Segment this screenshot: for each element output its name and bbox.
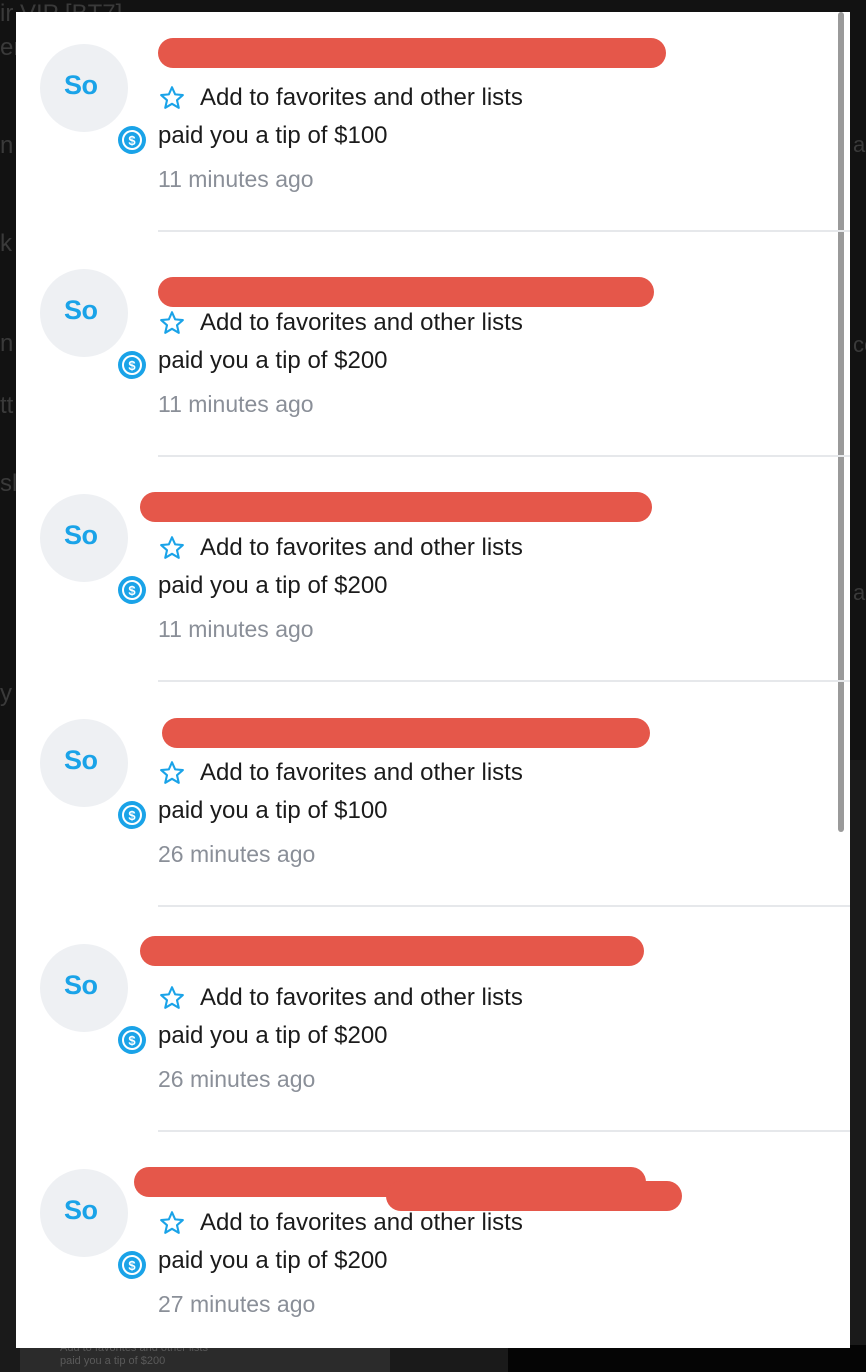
notification-timestamp: 11 minutes ago (158, 166, 314, 192)
dollar-circle-icon: $ (112, 1245, 152, 1285)
redaction-mark (158, 38, 666, 68)
background-text: ce (853, 332, 866, 357)
dollar-circle-icon: $ (112, 570, 152, 610)
background-text: y (0, 680, 12, 707)
background-text: a (853, 132, 866, 157)
avatar[interactable]: So $ (40, 944, 152, 1060)
add-to-favorites-button[interactable]: Add to favorites and other lists (158, 757, 523, 789)
notification-description: paid you a tip of $200 (158, 347, 388, 374)
notification-timestamp: 11 minutes ago (158, 616, 314, 642)
background-text: sl (0, 470, 18, 497)
add-to-favorites-label: Add to favorites and other lists (200, 309, 523, 336)
add-to-favorites-button[interactable]: Add to favorites and other lists (158, 982, 523, 1014)
redaction-mark (162, 718, 650, 748)
dollar-circle-icon: $ (112, 1020, 152, 1060)
notification-timestamp: 27 minutes ago (158, 1291, 316, 1317)
dollar-circle-icon: $ (112, 120, 152, 160)
avatar[interactable]: So $ (40, 719, 152, 835)
notification-description: paid you a tip of $200 (158, 1022, 388, 1049)
star-outline-icon (160, 311, 184, 334)
redaction-mark (140, 936, 644, 966)
divider (158, 1130, 850, 1132)
divider (158, 455, 850, 457)
notification-timestamp: 11 minutes ago (158, 391, 314, 417)
notifications-panel: So $ Add to favorites and other lists pa… (16, 12, 850, 1348)
add-to-favorites-label: Add to favorites and other lists (200, 84, 523, 111)
background-text: k (0, 230, 12, 257)
notification-item[interactable]: So $ Add to favorites and other lists pa… (16, 1137, 850, 1348)
notification-item[interactable]: So $ Add to favorites and other lists pa… (16, 462, 850, 687)
avatar[interactable]: So $ (40, 269, 152, 385)
notification-item[interactable]: So $ Add to favorites and other lists pa… (16, 912, 850, 1137)
dollar-circle-icon: $ (112, 345, 152, 385)
background-text: tt (0, 392, 14, 419)
background-text: n (0, 132, 14, 159)
star-outline-icon (160, 86, 184, 109)
notification-description: paid you a tip of $200 (158, 572, 388, 599)
add-to-favorites-label: Add to favorites and other lists (200, 759, 523, 786)
avatar-initials: So (64, 295, 98, 325)
add-to-favorites-label: Add to favorites and other lists (200, 1209, 523, 1236)
add-to-favorites-label: Add to favorites and other lists (200, 534, 523, 561)
notification-description: paid you a tip of $200 (158, 1247, 388, 1274)
avatar[interactable]: So $ (40, 494, 152, 610)
notification-item[interactable]: So $ Add to favorites and other lists pa… (16, 237, 850, 462)
avatar-initials: So (64, 520, 98, 550)
avatar-initials: So (64, 70, 98, 100)
background-text: n (0, 330, 14, 357)
background-text: paid you a tip of $200 (60, 1355, 166, 1367)
add-to-favorites-button[interactable]: Add to favorites and other lists (158, 532, 523, 564)
divider (158, 230, 850, 232)
notification-description: paid you a tip of $100 (158, 797, 388, 824)
redaction-mark (158, 277, 654, 307)
star-outline-icon (160, 986, 184, 1009)
background-strip (508, 1345, 866, 1372)
add-to-favorites-button[interactable]: Add to favorites and other lists (158, 82, 523, 114)
divider (158, 680, 850, 682)
divider (158, 905, 850, 907)
notification-item[interactable]: So $ Add to favorites and other lists pa… (16, 12, 850, 237)
dollar-circle-icon: $ (112, 795, 152, 835)
notification-timestamp: 26 minutes ago (158, 841, 316, 867)
star-outline-icon (160, 536, 184, 559)
avatar-initials: So (64, 1195, 98, 1225)
notification-description: paid you a tip of $100 (158, 122, 388, 149)
add-to-favorites-button[interactable]: Add to favorites and other lists (158, 307, 523, 339)
notification-timestamp: 26 minutes ago (158, 1066, 316, 1092)
redaction-mark (140, 492, 652, 522)
add-to-favorites-button[interactable]: Add to favorites and other lists (158, 1207, 523, 1239)
avatar-initials: So (64, 745, 98, 775)
notification-item[interactable]: So $ Add to favorites and other lists pa… (16, 687, 850, 912)
avatar[interactable]: So $ (40, 44, 152, 160)
avatar[interactable]: So $ (40, 1169, 152, 1285)
star-outline-icon (160, 761, 184, 784)
background-text: a (853, 580, 866, 605)
avatar-initials: So (64, 970, 98, 1000)
add-to-favorites-label: Add to favorites and other lists (200, 984, 523, 1011)
star-outline-icon (160, 1211, 184, 1234)
